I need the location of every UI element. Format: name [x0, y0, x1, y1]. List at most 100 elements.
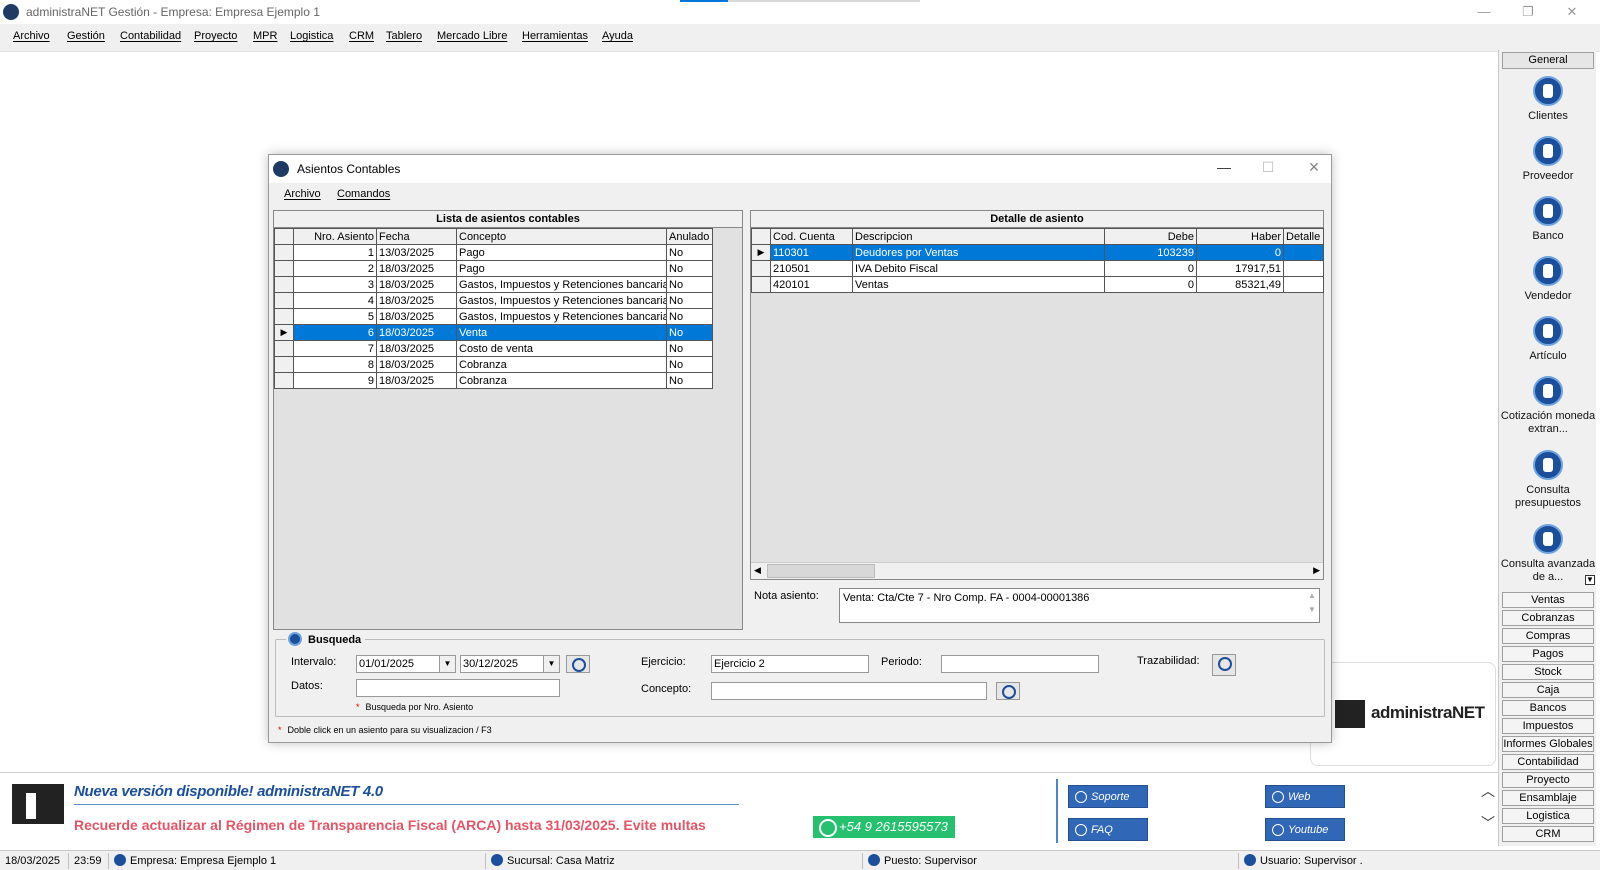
- asiento-row[interactable]: ▶ 6 18/03/2025 Venta No: [274, 324, 713, 341]
- table-cell[interactable]: Cobranza: [456, 372, 667, 389]
- table-cell[interactable]: 210501: [770, 260, 853, 277]
- col-detalle[interactable]: Detalle: [1283, 228, 1324, 245]
- search-concepto-button[interactable]: [996, 682, 1020, 700]
- table-cell[interactable]: [1283, 244, 1324, 261]
- table-cell[interactable]: 420101: [770, 276, 853, 293]
- detalle-row[interactable]: 420101 Ventas 0 85321,49: [751, 276, 1324, 293]
- col-descripcion[interactable]: Descripcion: [852, 228, 1105, 245]
- panel-ensamblaje[interactable]: Ensamblaje: [1502, 790, 1594, 806]
- panel-ventas[interactable]: Ventas: [1502, 592, 1594, 608]
- table-cell[interactable]: No: [666, 292, 713, 309]
- table-cell[interactable]: 0: [1104, 276, 1197, 293]
- panel-scroll-down-icon[interactable]: ▼: [1585, 575, 1595, 585]
- table-cell[interactable]: No: [666, 324, 713, 341]
- table-cell[interactable]: Gastos, Impuestos y Retenciones bancaria…: [456, 292, 667, 309]
- panel-informes-globales[interactable]: Informes Globales: [1502, 736, 1594, 752]
- shortcut-articulo[interactable]: Artículo: [1499, 316, 1597, 363]
- asiento-row[interactable]: 8 18/03/2025 Cobranza No: [274, 356, 713, 373]
- detalle-horizontal-scrollbar[interactable]: ◀ ▶: [751, 562, 1323, 579]
- panel-crm[interactable]: CRM: [1502, 826, 1594, 842]
- scroll-thumb[interactable]: [767, 564, 875, 578]
- table-cell[interactable]: 18/03/2025: [376, 276, 457, 293]
- panel-stock[interactable]: Stock: [1502, 664, 1594, 680]
- row-selector[interactable]: [274, 244, 294, 261]
- table-cell[interactable]: 18/03/2025: [376, 260, 457, 277]
- table-cell[interactable]: Venta: [456, 324, 667, 341]
- asiento-row[interactable]: 3 18/03/2025 Gastos, Impuestos y Retencion…: [274, 276, 713, 293]
- table-cell[interactable]: No: [666, 244, 713, 261]
- shortcut-consulta-presupuestos[interactable]: Consulta presupuestos: [1499, 450, 1597, 510]
- menu-herramientas[interactable]: Herramientas: [522, 30, 588, 42]
- panel-header-general[interactable]: General: [1502, 52, 1594, 69]
- menu-proyecto[interactable]: Proyecto: [194, 30, 237, 42]
- table-cell[interactable]: [1283, 260, 1324, 277]
- banner-scroll-down-icon[interactable]: ﹀: [1481, 813, 1495, 833]
- asiento-row[interactable]: 5 18/03/2025 Gastos, Impuestos y Retencion…: [274, 308, 713, 325]
- detalle-row[interactable]: 210501 IVA Debito Fiscal 0 17917,51: [751, 260, 1324, 277]
- table-cell[interactable]: IVA Debito Fiscal: [852, 260, 1105, 277]
- panel-caja[interactable]: Caja: [1502, 682, 1594, 698]
- chevron-down-icon[interactable]: ▼: [543, 656, 559, 672]
- panel-cobranzas[interactable]: Cobranzas: [1502, 610, 1594, 626]
- col-cod-cuenta[interactable]: Cod. Cuenta: [770, 228, 853, 245]
- dialog-minimize-icon[interactable]: —: [1209, 159, 1239, 179]
- table-cell[interactable]: [1283, 276, 1324, 293]
- menu-mpr[interactable]: MPR: [253, 30, 277, 42]
- panel-bancos[interactable]: Bancos: [1502, 700, 1594, 716]
- table-cell[interactable]: 18/03/2025: [376, 340, 457, 357]
- restore-icon[interactable]: ❐: [1508, 2, 1548, 22]
- youtube-button[interactable]: Youtube: [1265, 818, 1345, 841]
- table-cell[interactable]: 4: [293, 292, 377, 309]
- nota-asiento-field[interactable]: Venta: Cta/Cte 7 - Nro Comp. FA - 0004-0…: [839, 588, 1320, 623]
- table-cell[interactable]: 85321,49: [1196, 276, 1284, 293]
- table-cell[interactable]: 103239: [1104, 244, 1197, 261]
- row-selector[interactable]: [751, 260, 771, 277]
- table-cell[interactable]: 18/03/2025: [376, 372, 457, 389]
- table-cell[interactable]: No: [666, 276, 713, 293]
- table-cell[interactable]: No: [666, 260, 713, 277]
- datos-input[interactable]: [356, 679, 560, 697]
- panel-compras[interactable]: Compras: [1502, 628, 1594, 644]
- col-haber[interactable]: Haber: [1196, 228, 1284, 245]
- whatsapp-button[interactable]: +54 9 2615595573: [813, 816, 955, 838]
- chevron-down-icon[interactable]: ▼: [439, 656, 455, 672]
- fecha-hasta-input[interactable]: 30/12/2025 ▼: [460, 655, 560, 673]
- table-cell[interactable]: 18/03/2025: [376, 356, 457, 373]
- panel-logistica[interactable]: Logistica: [1502, 808, 1594, 824]
- nota-scrollbar[interactable]: ▲ ▼: [1305, 589, 1319, 622]
- asiento-row[interactable]: 4 18/03/2025 Gastos, Impuestos y Retencion…: [274, 292, 713, 309]
- shortcut-consulta-avanzada[interactable]: Consulta avanzada de a...: [1499, 524, 1597, 584]
- row-selector[interactable]: [274, 260, 294, 277]
- search-interval-button[interactable]: [566, 655, 590, 673]
- col-concepto[interactable]: Concepto: [456, 228, 667, 245]
- panel-contabilidad[interactable]: Contabilidad: [1502, 754, 1594, 770]
- shortcut-clientes[interactable]: Clientes: [1499, 76, 1597, 123]
- menu-contabilidad[interactable]: Contabilidad: [120, 30, 181, 42]
- table-cell[interactable]: 18/03/2025: [376, 292, 457, 309]
- banner-headline[interactable]: Nueva versión disponible! administraNET …: [74, 783, 383, 800]
- table-cell[interactable]: 5: [293, 308, 377, 325]
- row-selector[interactable]: [751, 276, 771, 293]
- table-cell[interactable]: Gastos, Impuestos y Retenciones bancaria…: [456, 276, 667, 293]
- soporte-button[interactable]: Soporte: [1068, 785, 1148, 808]
- minimize-icon[interactable]: —: [1464, 2, 1504, 22]
- table-cell[interactable]: No: [666, 308, 713, 325]
- row-selector[interactable]: [274, 372, 294, 389]
- table-cell[interactable]: 2: [293, 260, 377, 277]
- table-cell[interactable]: 13/03/2025: [376, 244, 457, 261]
- menu-gestion[interactable]: Gestión: [67, 30, 105, 42]
- trazabilidad-button[interactable]: [1212, 654, 1236, 676]
- shortcut-proveedor[interactable]: Proveedor: [1499, 136, 1597, 183]
- col-nro-asiento[interactable]: Nro. Asiento: [293, 228, 377, 245]
- asiento-row[interactable]: 7 18/03/2025 Costo de venta No: [274, 340, 713, 357]
- table-cell[interactable]: 7: [293, 340, 377, 357]
- menu-mercado-libre[interactable]: Mercado Libre: [437, 30, 507, 42]
- table-cell[interactable]: No: [666, 356, 713, 373]
- table-cell[interactable]: 18/03/2025: [376, 308, 457, 325]
- panel-pagos[interactable]: Pagos: [1502, 646, 1594, 662]
- dialog-menu-comandos[interactable]: Comandos: [337, 188, 390, 200]
- scroll-right-icon[interactable]: ▶: [1313, 565, 1320, 576]
- concepto-input[interactable]: [711, 682, 987, 700]
- row-selector[interactable]: [274, 308, 294, 325]
- table-cell[interactable]: Pago: [456, 260, 667, 277]
